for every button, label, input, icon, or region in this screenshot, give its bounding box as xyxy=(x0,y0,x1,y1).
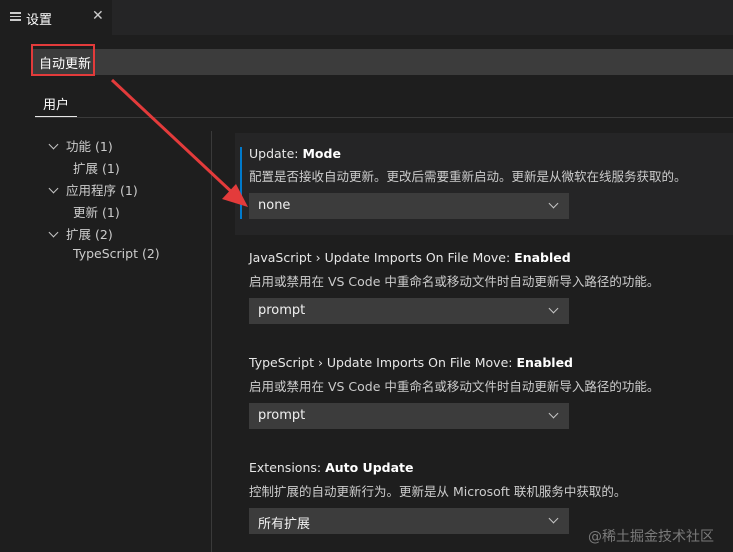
header-divider xyxy=(35,117,733,118)
setting-description: 配置是否接收自动更新。更改后需要重新启动。更新是从微软在线服务获取的。 xyxy=(249,169,687,184)
setting-update-mode: Update: Mode 配置是否接收自动更新。更改后需要重新启动。更新是从微软… xyxy=(235,133,733,235)
settings-tab[interactable]: 设置 ✕ xyxy=(0,0,112,35)
toc-sash[interactable] xyxy=(211,131,212,552)
setting-ts-update-imports: TypeScript › Update Imports On File Move… xyxy=(235,343,733,443)
toc-item-update[interactable]: 更新 (1) xyxy=(73,202,120,221)
setting-description: 启用或禁用在 VS Code 中重命名或移动文件时自动更新导入路径的功能。 xyxy=(249,379,660,394)
toc-item-extensions[interactable]: 扩展 (2) xyxy=(48,224,113,243)
settings-list-icon xyxy=(10,12,21,22)
chevron-down-icon xyxy=(548,408,559,419)
toc-item-typescript[interactable]: TypeScript (2) xyxy=(73,246,160,261)
select-value: none xyxy=(258,198,291,213)
focus-indicator xyxy=(240,147,242,219)
chevron-down-icon xyxy=(548,513,559,524)
setting-title: TypeScript › Update Imports On File Move… xyxy=(249,355,573,370)
select-value: prompt xyxy=(258,303,306,318)
arrow-shaft xyxy=(110,78,238,198)
toc-item-features[interactable]: 功能 (1) xyxy=(48,136,113,155)
tab-user-settings[interactable]: 用户 xyxy=(43,94,69,113)
ts-update-imports-select[interactable]: prompt xyxy=(249,403,569,429)
update-mode-select[interactable]: none xyxy=(249,193,569,219)
setting-js-update-imports: JavaScript › Update Imports On File Move… xyxy=(235,238,733,338)
setting-description: 启用或禁用在 VS Code 中重命名或移动文件时自动更新导入路径的功能。 xyxy=(249,274,660,289)
tab-title: 设置 xyxy=(26,13,53,28)
setting-title: Extensions: Auto Update xyxy=(249,460,414,475)
chevron-down-icon xyxy=(48,139,59,150)
watermark: @稀土掘金技术社区 xyxy=(588,529,714,545)
chevron-down-icon xyxy=(548,303,559,314)
chevron-down-icon xyxy=(48,227,59,238)
select-value: prompt xyxy=(258,408,306,423)
setting-description: 控制扩展的自动更新行为。更新是从 Microsoft 联机服务中获取的。 xyxy=(249,484,627,499)
chevron-down-icon xyxy=(48,183,59,194)
toc-item-application[interactable]: 应用程序 (1) xyxy=(48,180,138,199)
toc-item-features-extensions[interactable]: 扩展 (1) xyxy=(73,158,120,177)
settings-search-input[interactable] xyxy=(39,53,719,71)
editor-tab-bar: 设置 ✕ xyxy=(0,0,733,35)
close-icon[interactable]: ✕ xyxy=(92,8,104,24)
extensions-auto-update-select[interactable]: 所有扩展 xyxy=(249,508,569,534)
settings-search-box[interactable] xyxy=(33,49,733,75)
chevron-down-icon xyxy=(548,198,559,209)
setting-title: JavaScript › Update Imports On File Move… xyxy=(249,250,571,265)
select-value: 所有扩展 xyxy=(258,517,311,532)
js-update-imports-select[interactable]: prompt xyxy=(249,298,569,324)
setting-title: Update: Mode xyxy=(249,146,341,161)
